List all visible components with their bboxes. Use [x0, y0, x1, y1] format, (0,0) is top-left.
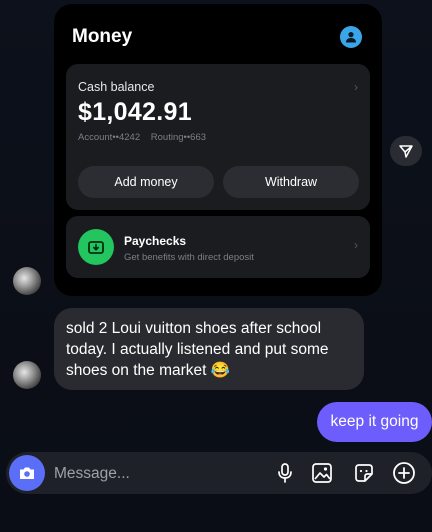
avatar[interactable] [13, 267, 41, 295]
account-number: Account••4242 [78, 132, 141, 143]
paycheck-icon [78, 229, 114, 265]
add-money-button[interactable]: Add money [78, 166, 214, 198]
profile-icon[interactable] [340, 26, 362, 48]
cash-balance-label: Cash balance [78, 80, 155, 94]
received-message[interactable]: sold 2 Loui vuitton shoes after school t… [54, 308, 364, 390]
share-icon[interactable] [390, 136, 422, 166]
camera-icon[interactable] [9, 455, 45, 491]
chevron-right-icon: › [354, 80, 358, 94]
message-composer [6, 452, 432, 496]
cash-balance-panel[interactable]: Cash balance › $1,042.91 Account••4242 R… [66, 64, 370, 210]
account-info: Account••4242 Routing••663 [78, 132, 214, 143]
gallery-icon[interactable] [310, 461, 334, 485]
message-input[interactable] [52, 452, 256, 496]
received-message-text: sold 2 Loui vuitton shoes after school t… [66, 320, 329, 379]
avatar[interactable] [13, 361, 41, 389]
chevron-right-icon: › [354, 238, 358, 252]
routing-number: Routing••663 [150, 132, 207, 143]
money-card[interactable]: Money Cash balance › $1,042.91 Account••… [54, 4, 382, 296]
paychecks-panel[interactable]: Paychecks Get benefits with direct depos… [66, 216, 370, 278]
microphone-icon[interactable] [273, 461, 297, 485]
cash-balance-amount: $1,042.91 [78, 98, 192, 126]
sticker-icon[interactable] [352, 461, 376, 485]
sent-message[interactable]: keep it going [317, 402, 432, 442]
money-title: Money [72, 26, 133, 47]
paychecks-title: Paychecks [124, 234, 187, 248]
chat-screen: Money Cash balance › $1,042.91 Account••… [0, 0, 432, 532]
paychecks-subtitle: Get benefits with direct deposit [124, 252, 254, 263]
plus-icon[interactable] [392, 461, 416, 485]
withdraw-button[interactable]: Withdraw [223, 166, 359, 198]
